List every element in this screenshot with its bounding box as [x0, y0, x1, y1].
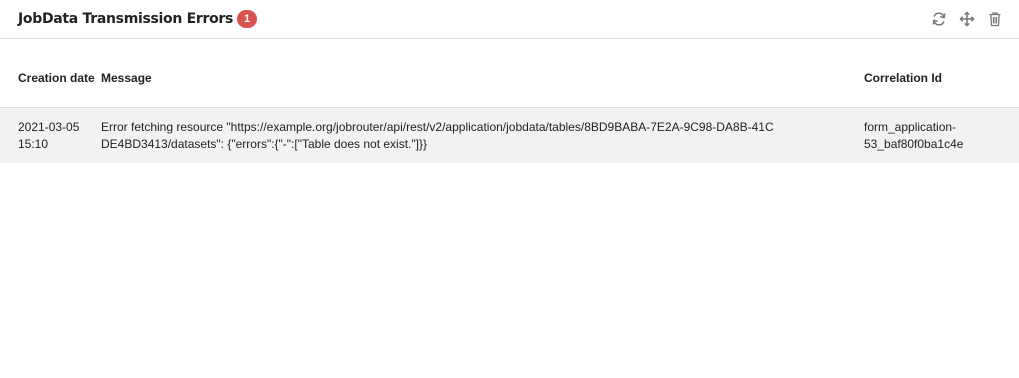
table-row[interactable]: 2021-03-05 15:10 Error fetching resource… — [0, 107, 1019, 164]
jobdata-errors-widget: JobData Transmission Errors 1 Creation d… — [0, 0, 1019, 378]
widget-title-text: JobData Transmission Errors — [18, 11, 234, 27]
delete-button[interactable] — [985, 9, 1005, 29]
move-button[interactable] — [957, 9, 977, 29]
errors-table: Creation date Message Correlation Id 202… — [0, 49, 1019, 163]
widget-header: JobData Transmission Errors 1 — [0, 0, 1019, 39]
widget-title: JobData Transmission Errors 1 — [18, 9, 258, 29]
errors-table-header: Creation date Message Correlation Id — [0, 49, 1019, 108]
column-header-message[interactable]: Message — [101, 49, 864, 108]
move-icon — [959, 11, 975, 27]
cell-message-text: Error fetching resource "https://example… — [101, 120, 774, 151]
error-count-badge: 1 — [237, 10, 258, 28]
header-row: Creation date Message Correlation Id — [0, 49, 1019, 108]
refresh-button[interactable] — [929, 9, 949, 29]
refresh-icon — [932, 12, 946, 26]
trash-icon — [989, 12, 1001, 27]
widget-toolbar — [921, 9, 1005, 29]
errors-table-body: 2021-03-05 15:10 Error fetching resource… — [0, 107, 1019, 164]
column-header-correlation-id[interactable]: Correlation Id — [864, 49, 1019, 108]
cell-message: Error fetching resource "https://example… — [101, 108, 864, 164]
cell-correlation-id: form_application-53_baf80f0ba1c4e — [864, 120, 964, 151]
column-header-creation-date[interactable]: Creation date — [0, 49, 101, 108]
cell-creation-date: 2021-03-05 15:10 — [18, 120, 80, 151]
